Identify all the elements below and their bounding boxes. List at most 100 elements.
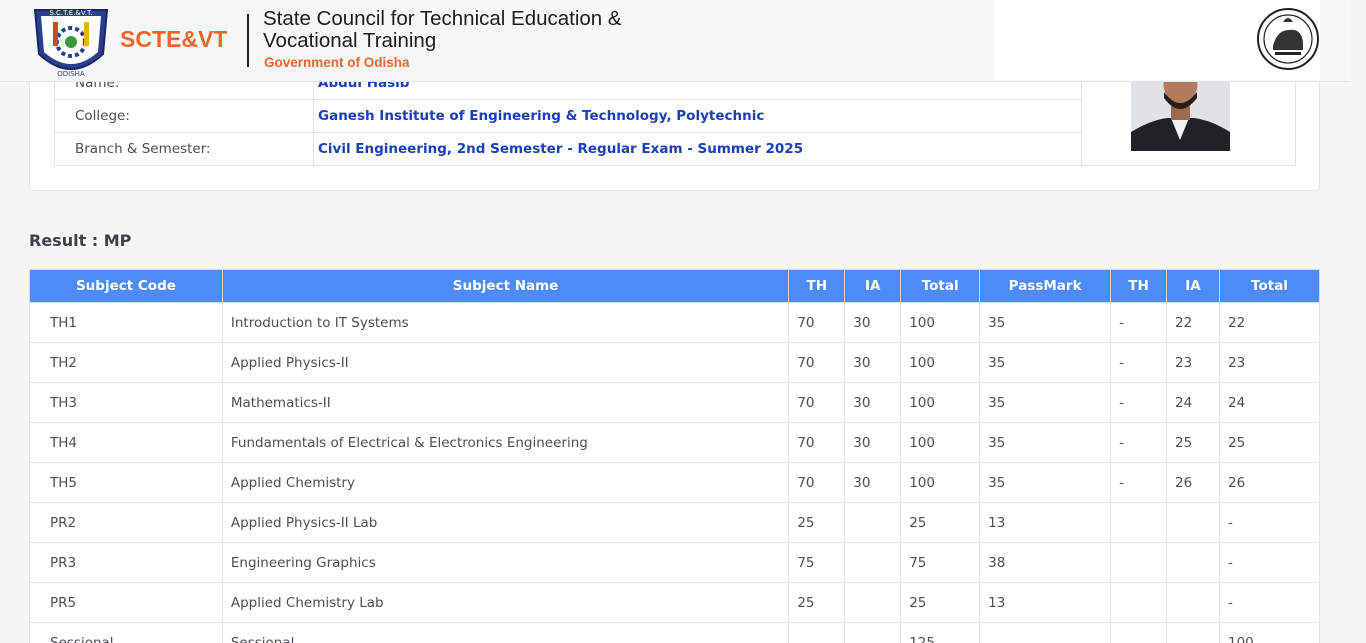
- cell-secured-total: 25: [1218, 422, 1321, 463]
- cell-subject-code: TH3: [29, 382, 223, 423]
- table-row: PR2 Applied Physics-II Lab 25 25 13-: [29, 502, 1321, 543]
- cell-secured-ia: 22: [1166, 302, 1220, 343]
- cell-secured-th: [1110, 622, 1168, 643]
- info-label-branch: Branch & Semester:: [54, 132, 314, 166]
- cell-max-ia: 30: [844, 422, 902, 463]
- cell-max-total: 100: [900, 382, 981, 423]
- table-row: PR3 Engineering Graphics 75 75 38-: [29, 542, 1321, 583]
- cell-max-ia: [844, 582, 902, 623]
- cell-max-th: [788, 622, 846, 643]
- cell-secured-th: [1110, 582, 1168, 623]
- info-value-college: Ganesh Institute of Engineering & Techno…: [313, 99, 1082, 133]
- cell-subject-code: PR5: [29, 582, 223, 623]
- cell-secured-th: -: [1110, 342, 1168, 383]
- student-photo: [1131, 70, 1230, 151]
- cell-max-ia: 30: [844, 462, 902, 503]
- cell-passmark: 35: [979, 422, 1112, 463]
- svg-text:ODISHA: ODISHA: [57, 70, 85, 78]
- cell-passmark: 35: [979, 382, 1112, 423]
- cell-passmark: 13: [979, 502, 1112, 543]
- table-row: TH1 Introduction to IT Systems 70 30 100 35-2…: [29, 302, 1321, 343]
- cell-subject-name: Introduction to IT Systems: [221, 302, 790, 343]
- info-label-college: College:: [54, 99, 314, 133]
- cell-subject-name: Engineering Graphics: [221, 542, 790, 583]
- cell-subject-name: Sessional: [221, 622, 790, 643]
- cell-passmark: 35: [979, 302, 1112, 343]
- cell-secured-ia: [1166, 582, 1220, 623]
- marks-table: Subject Code Subject Name TH IA Total Pa…: [29, 269, 1321, 643]
- brand-full-line-2: Vocational Training: [263, 29, 437, 52]
- cell-subject-name: Applied Chemistry: [221, 462, 790, 503]
- cell-max-th: 70: [788, 302, 846, 343]
- cell-secured-ia: 24: [1166, 382, 1220, 423]
- cell-secured-th: -: [1110, 422, 1168, 463]
- cell-max-ia: [844, 542, 902, 583]
- cell-secured-th: -: [1110, 302, 1168, 343]
- header-secured-th: TH: [1110, 269, 1168, 303]
- cell-max-ia: 30: [844, 382, 902, 423]
- cell-max-ia: 30: [844, 302, 902, 343]
- cell-secured-total: -: [1218, 502, 1321, 543]
- result-title: Result : MP: [29, 231, 132, 250]
- brand-divider: [247, 14, 249, 67]
- cell-secured-ia: 26: [1166, 462, 1220, 503]
- cell-secured-ia: 23: [1166, 342, 1220, 383]
- page-scrollbar[interactable]: [1349, 0, 1366, 643]
- header-subject-code: Subject Code: [29, 269, 223, 303]
- cell-secured-th: -: [1110, 462, 1168, 503]
- cell-secured-total: 26: [1218, 462, 1321, 503]
- cell-secured-total: 100: [1218, 622, 1321, 643]
- cell-max-ia: 30: [844, 342, 902, 383]
- cell-secured-total: -: [1218, 582, 1321, 623]
- cell-secured-ia: 25: [1166, 422, 1220, 463]
- cell-max-total: 100: [900, 462, 981, 503]
- cell-max-total: 125: [900, 622, 981, 643]
- table-row: Sessional Sessional 125 100: [29, 622, 1321, 643]
- cell-passmark: 38: [979, 542, 1112, 583]
- cell-subject-code: Sessional: [29, 622, 223, 643]
- cell-secured-ia: [1166, 622, 1220, 643]
- cell-max-th: 25: [788, 502, 846, 543]
- header-subject-name: Subject Name: [221, 269, 790, 303]
- odisha-government-emblem: [1255, 2, 1321, 74]
- cell-secured-ia: [1166, 542, 1220, 583]
- cell-secured-ia: [1166, 502, 1220, 543]
- cell-passmark: [979, 622, 1112, 643]
- cell-max-total: 100: [900, 302, 981, 343]
- cell-max-th: 70: [788, 382, 846, 423]
- cell-secured-th: [1110, 502, 1168, 543]
- info-value-branch: Civil Engineering, 2nd Semester - Regula…: [313, 132, 1082, 166]
- cell-subject-name: Applied Physics-II Lab: [221, 502, 790, 543]
- cell-secured-th: -: [1110, 382, 1168, 423]
- header-max-th: TH: [788, 269, 846, 303]
- cell-secured-th: [1110, 542, 1168, 583]
- cell-subject-name: Applied Physics-II: [221, 342, 790, 383]
- header-secured-ia: IA: [1166, 269, 1220, 303]
- table-row: TH2 Applied Physics-II 70 30 100 35-23 23: [29, 342, 1321, 383]
- scte-vt-logo[interactable]: S.C.T.E.&V.T. ODISHA: [31, 4, 111, 80]
- brand-full-line-1: State Council for Technical Education &: [263, 7, 622, 30]
- cell-passmark: 35: [979, 342, 1112, 383]
- cell-max-ia: [844, 622, 902, 643]
- cell-secured-total: 23: [1218, 342, 1321, 383]
- svg-text:S.C.T.E.&V.T.: S.C.T.E.&V.T.: [49, 9, 92, 17]
- cell-max-th: 70: [788, 422, 846, 463]
- header-passmark: PassMark: [979, 269, 1112, 303]
- cell-max-th: 25: [788, 582, 846, 623]
- table-row: TH4 Fundamentals of Electrical & Electron…: [29, 422, 1321, 463]
- marks-header-row: Subject Code Subject Name TH IA Total Pa…: [29, 269, 1321, 303]
- brand-subtitle: Government of Odisha: [264, 55, 410, 70]
- cell-subject-code: PR3: [29, 542, 223, 583]
- cell-max-th: 70: [788, 342, 846, 383]
- cell-subject-code: TH5: [29, 462, 223, 503]
- cell-max-total: 100: [900, 342, 981, 383]
- cell-passmark: 35: [979, 462, 1112, 503]
- cell-max-total: 25: [900, 502, 981, 543]
- cell-max-total: 75: [900, 542, 981, 583]
- header-max-ia: IA: [844, 269, 902, 303]
- cell-subject-code: TH1: [29, 302, 223, 343]
- cell-max-th: 75: [788, 542, 846, 583]
- header-max-total: Total: [900, 269, 981, 303]
- brand-full-name: State Council for Technical Education & …: [263, 8, 622, 52]
- cell-secured-total: 24: [1218, 382, 1321, 423]
